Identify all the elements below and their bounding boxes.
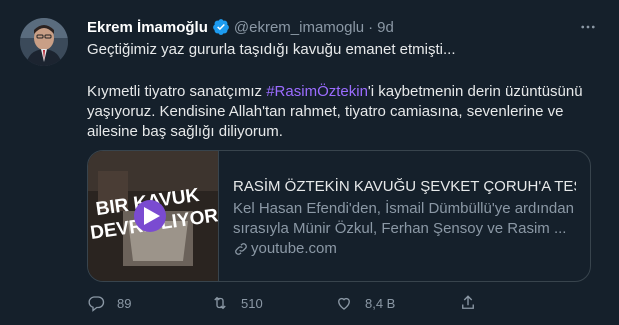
link-icon — [235, 243, 247, 255]
reply-icon — [88, 296, 105, 312]
tweet[interactable]: Ekrem İmamoğlu @ekrem_imamoglu · 9d Geçt… — [0, 0, 619, 325]
card-source-domain: youtube.com — [251, 240, 337, 257]
retweet-icon — [214, 296, 226, 310]
retweet-count: 510 — [241, 295, 263, 311]
author-handle[interactable]: @ekrem_imamoglu — [234, 19, 364, 36]
tweet-line-2-pre: Kıymetli tiyatro sanatçımız — [87, 83, 267, 100]
author-name[interactable]: Ekrem İmamoğlu — [87, 19, 208, 36]
hashtag-link[interactable]: #RasimÖztekin — [266, 83, 368, 100]
card-source: youtube.com — [233, 239, 576, 259]
card-title[interactable]: RASİM ÖZTEKİN KAVUĞU ŞEVKET ÇORUH'A TESL… — [233, 177, 576, 197]
link-card[interactable]: BIR KAVUK DEVRE LIYOR RASİM ÖZTEKİN KAVU… — [87, 150, 591, 282]
tweet-text: Geçtiğimiz yaz gururla taşıdığı kavuğu e… — [87, 40, 592, 142]
more-options-icon[interactable] — [577, 16, 599, 38]
card-text[interactable]: RASİM ÖZTEKİN KAVUĞU ŞEVKET ÇORUH'A TESL… — [219, 151, 590, 281]
tweet-actions: 89 510 8,4 B — [87, 292, 592, 314]
like-count: 8,4 B — [365, 295, 396, 311]
like-button[interactable]: 8,4 B — [335, 294, 459, 312]
video-thumbnail[interactable]: BIR KAVUK DEVRE LIYOR — [88, 151, 220, 281]
share-button[interactable] — [459, 294, 489, 312]
tweet-header: Ekrem İmamoğlu @ekrem_imamoglu · 9d — [87, 16, 599, 38]
separator-dot: · — [368, 18, 374, 36]
tweet-timestamp[interactable]: 9d — [377, 19, 394, 36]
tweet-line-2: Kıymetli tiyatro sanatçımız #RasimÖzteki… — [87, 82, 592, 142]
avatar-image — [20, 18, 68, 66]
share-icon — [462, 295, 474, 309]
heart-icon — [338, 297, 350, 310]
reply-count: 89 — [117, 295, 132, 311]
reply-button[interactable]: 89 — [87, 294, 211, 312]
retweet-button[interactable]: 510 — [211, 294, 335, 312]
verified-badge-icon — [212, 18, 230, 36]
avatar[interactable] — [20, 18, 68, 66]
card-description: Kel Hasan Efendi'den, İsmail Dümbüllü'ye… — [233, 200, 574, 237]
tweet-line-1: Geçtiğimiz yaz gururla taşıdığı kavuğu e… — [87, 41, 456, 58]
